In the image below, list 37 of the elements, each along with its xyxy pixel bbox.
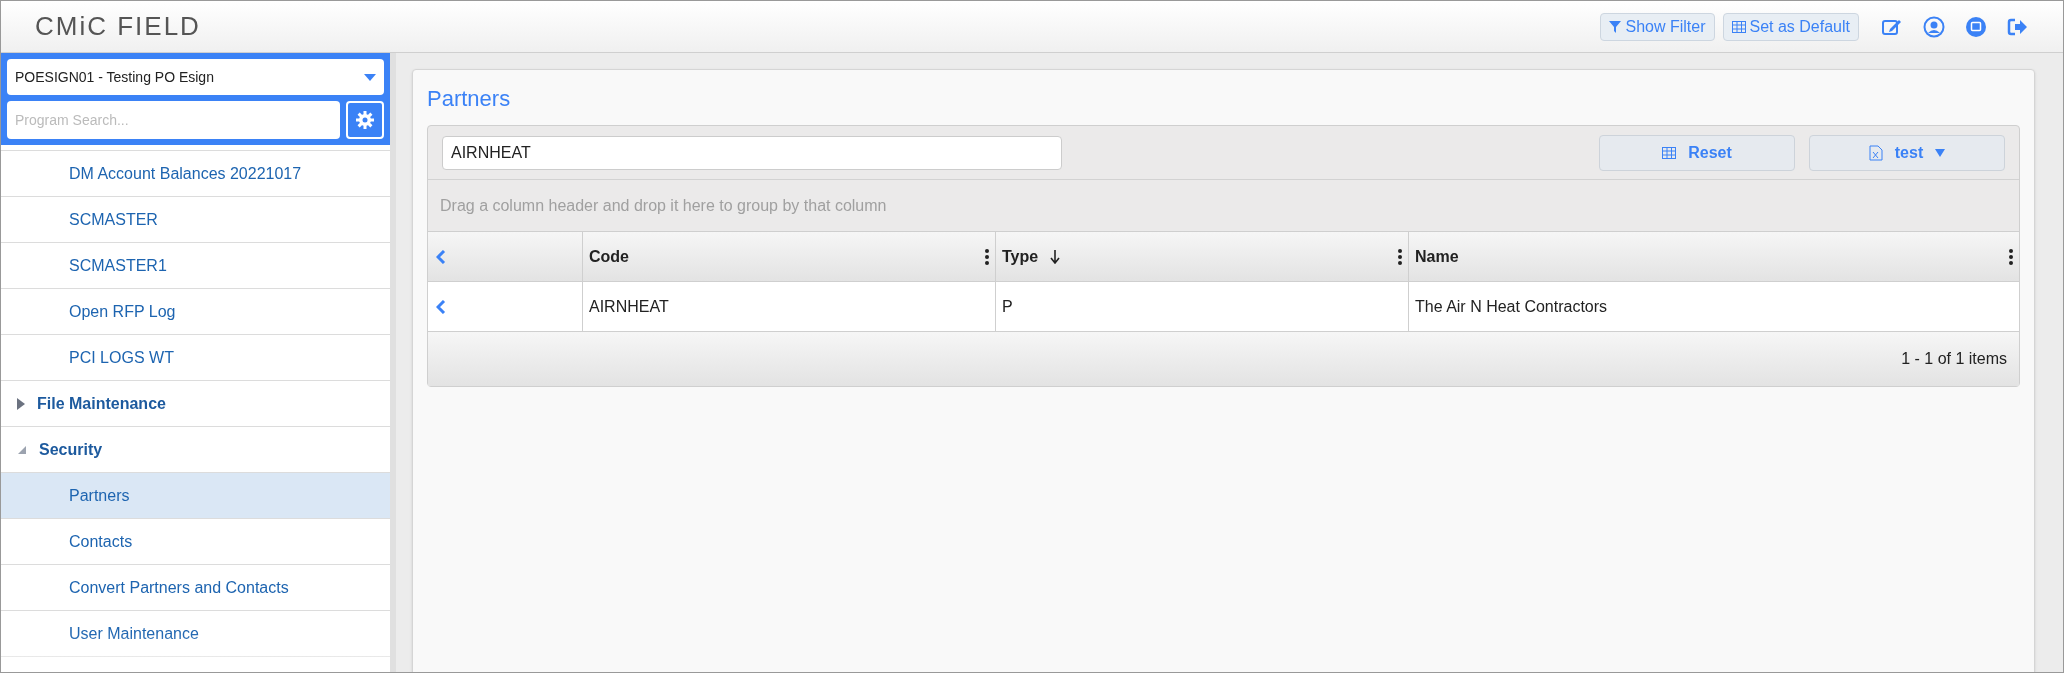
column-header[interactable]: Code	[583, 232, 996, 281]
chat-icon[interactable]	[1965, 15, 1987, 38]
filter-icon	[1609, 20, 1622, 33]
table-icon	[1662, 146, 1677, 159]
sidebar-group-label[interactable]: File Maintenance	[37, 391, 166, 416]
app-logo: CMiC FIELD	[35, 10, 201, 43]
column-menu-icon[interactable]	[1398, 248, 1402, 265]
search-field[interactable]: AIRNHEAT	[442, 135, 1062, 170]
settings-button[interactable]	[346, 101, 384, 139]
spreadsheet-file-icon	[1868, 144, 1883, 161]
column-header[interactable]: Type	[996, 232, 1409, 281]
settings-icon	[356, 111, 374, 129]
chevron-left-icon[interactable]	[436, 249, 446, 264]
table-cell-text: AIRNHEAT	[589, 296, 669, 317]
table-cell-text: P	[1002, 296, 1013, 317]
sort-down-icon	[1050, 249, 1061, 264]
header-button[interactable]: Show Filter	[1600, 12, 1715, 41]
column-header[interactable]: Name	[1409, 232, 2019, 281]
project-select[interactable]: POESIGN01 - Testing PO Esign	[7, 59, 384, 95]
column-menu-icon[interactable]	[2009, 248, 2013, 265]
column-menu-icon[interactable]	[985, 248, 989, 265]
table-icon	[1731, 20, 1746, 33]
expand-triangle-icon[interactable]	[17, 397, 25, 410]
dropdown-caret-icon	[364, 73, 376, 81]
dropdown-caret-icon	[1935, 148, 1946, 157]
pager-info: 1 - 1 of 1 items	[1901, 349, 2007, 369]
sidebar-group-label[interactable]: Security	[39, 437, 103, 462]
program-search-field[interactable]: Program Search...	[7, 101, 340, 139]
table-cell-text: The Air N Heat Contractors	[1415, 296, 1608, 317]
group-hint: Drag a column header and drop it here to group by that column	[440, 195, 887, 216]
collapse-triangle-icon[interactable]	[17, 444, 27, 455]
chevron-left-icon[interactable]	[436, 299, 446, 314]
sidebar-item[interactable]: Partners	[1, 473, 390, 519]
header-button[interactable]: Set as Default	[1722, 12, 1859, 41]
logout-icon[interactable]	[2007, 16, 2029, 37]
panel-title: Partners	[427, 85, 512, 113]
user-icon[interactable]	[1923, 15, 1945, 38]
